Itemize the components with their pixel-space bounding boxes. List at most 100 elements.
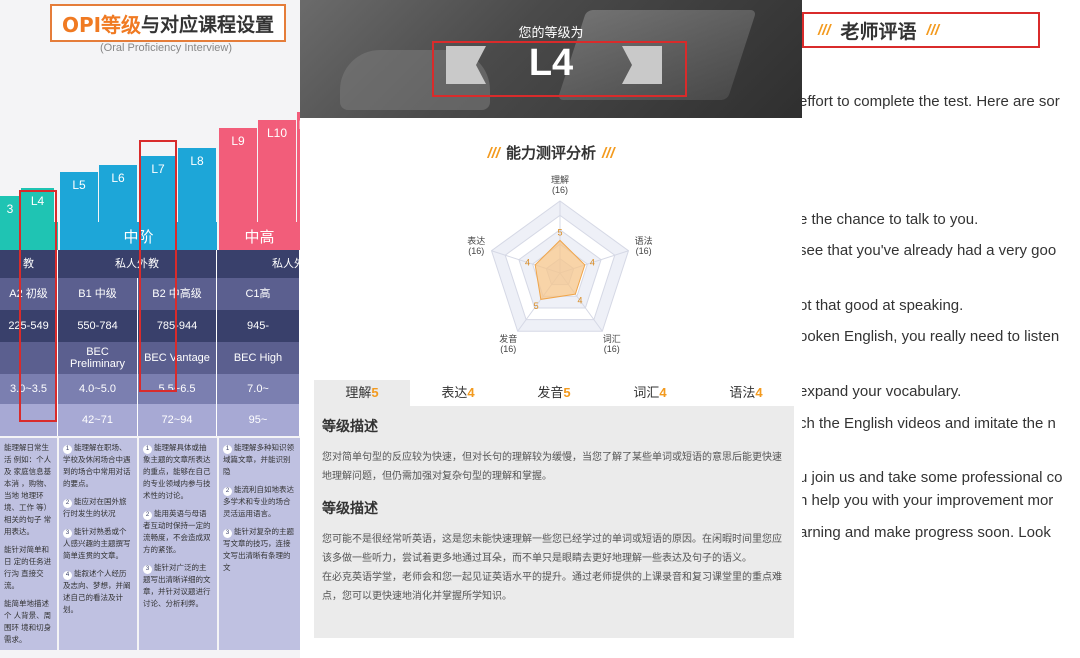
- tab-label: 理解: [345, 385, 372, 400]
- description-item: 能针对熟悉或个人感兴趣的主题撰写简单连贯的文章。: [63, 527, 131, 560]
- teacher-comment-title: /// 老师评语 ///: [802, 12, 1040, 48]
- description-item: 能理解日常生活 例如：个人及 家庭信息基本消 ，购物、当地 地理环境、工作 等）…: [4, 443, 52, 536]
- radar-score-label: 4: [525, 257, 530, 267]
- level-band-upper-mid: 中高: [219, 222, 300, 250]
- comment-line: n help you with your improvement mor: [802, 492, 1054, 509]
- tab-score: 4: [467, 385, 475, 400]
- comment-line: arning and make progress soon. Look: [802, 524, 1051, 541]
- tab-score: 5: [563, 385, 571, 400]
- bullet-number-icon: 1: [143, 445, 152, 454]
- bullet-number-icon: 3: [223, 529, 232, 538]
- level-bar: L8: [178, 148, 216, 222]
- toefl-cell: 95~: [217, 404, 300, 436]
- opi-title-black: 与对应课程设置: [141, 13, 275, 36]
- highlight-box-l7: [139, 140, 177, 392]
- section-heading: 等级描述: [322, 418, 378, 434]
- teacher-cell: 私人外教: [58, 250, 217, 278]
- section-text: 您对简单句型的反应较为快速，但对长句的理解较为缓慢，当您了解了某些单词或短语的意…: [322, 452, 782, 482]
- tab-vocabulary[interactable]: 词汇4: [602, 380, 698, 406]
- slash-decoration-icon: ///: [602, 145, 615, 162]
- ability-section-title: /// 能力测评分析 ///: [300, 142, 802, 163]
- cefr-cell: C1高: [217, 278, 300, 310]
- bullet-number-icon: 1: [223, 445, 232, 454]
- toefl-cell: 72~94: [138, 404, 217, 436]
- bullet-number-icon: 2: [63, 499, 72, 508]
- radar-axis-max: (16): [500, 344, 516, 354]
- level-bar: L9: [219, 128, 257, 222]
- level-bar: L5: [60, 172, 98, 222]
- section-text: 在必克英语学堂，老师会和您一起见证英语水平的提升。通过老师提供的上课录音和复习课…: [322, 572, 782, 602]
- level-hero-banner: 您的等级为 L4: [300, 0, 802, 118]
- description-item: 能简单地描述个 人背景、周围环 境和切身需求。: [4, 599, 52, 644]
- tab-score: 4: [755, 385, 763, 400]
- description-item: 能针对广泛的主题写出清晰详细的文章，并针对议题进行讨论、分析利弊。: [143, 563, 211, 608]
- bullet-number-icon: 2: [223, 487, 232, 496]
- tab-score: 4: [659, 385, 667, 400]
- level-label: 您的等级为: [518, 25, 584, 40]
- opi-title-orange: OPI等级: [61, 12, 142, 37]
- slash-decoration-icon: ///: [926, 21, 940, 39]
- ielts-cell: 4.0~5.0: [58, 374, 138, 404]
- radar-axis-max: (16): [552, 185, 568, 195]
- bullet-number-icon: 3: [143, 565, 152, 574]
- comment-line: effort to complete the test. Here are so…: [802, 93, 1060, 110]
- description-item: 能叙述个人经历及志向、梦想，并阐述自己的看法及计划。: [63, 569, 131, 614]
- radar-score-label: 5: [534, 301, 539, 311]
- level-description: 1 能理解在职场、学校及休闲场合中遇到的场合中常用对话的要点。 2 能应对在国外旅行…: [59, 438, 137, 650]
- tab-expression[interactable]: 表达4: [410, 380, 506, 406]
- ability-tabs: 理解5 表达4 发音5 词汇4 语法4: [314, 380, 794, 406]
- slash-decoration-icon: ///: [487, 145, 500, 162]
- section-heading: 等级描述: [322, 500, 378, 516]
- description-item: 能针对复杂的主题写文章的技巧，连接文写出清晰有条理的文: [223, 527, 294, 572]
- level-bar: L6: [99, 165, 137, 222]
- comment-line: ot that good at speaking.: [802, 297, 964, 314]
- vocab-cell: 945-: [217, 310, 300, 342]
- comment-line: ooken English, you really need to listen: [802, 328, 1060, 345]
- comment-line: ch the English videos and imitate the n: [802, 415, 1056, 432]
- description-item: 能针对简单和日 定的任务进行沟 直接交流。: [4, 545, 52, 590]
- level-description: 能理解日常生活 例如：个人及 家庭信息基本消 ，购物、当地 地理环境、工作 等）…: [0, 438, 57, 650]
- bullet-number-icon: 2: [143, 511, 152, 520]
- radar-score-label: 5: [557, 227, 562, 237]
- ielts-cell: 7.0~: [217, 374, 300, 404]
- description-item: 能理解在职场、学校及休闲场合中遇到的场合中常用对话的要点。: [63, 443, 131, 488]
- toefl-cell: 42~71: [58, 404, 138, 436]
- opi-title: OPI等级 与对应课程设置: [50, 4, 286, 42]
- tab-pronunciation[interactable]: 发音5: [506, 380, 602, 406]
- vocab-cell: 550-784: [58, 310, 138, 342]
- level-highlight-box: [432, 41, 687, 97]
- opi-subtitle: (Oral Proficiency Interview): [100, 42, 233, 54]
- radar-axis-max: (16): [604, 344, 620, 354]
- tab-label: 发音: [537, 385, 564, 400]
- section-text: 您可能不是很经常听英语，这是您未能快速理解一些您已经学过的单词或短语的原因。在闲…: [322, 534, 782, 564]
- teacher-comment-title-text: 老师评语: [840, 20, 917, 43]
- tab-label: 词汇: [633, 385, 660, 400]
- comment-line: e the chance to talk to you.: [802, 211, 979, 228]
- comment-line: expand your vocabulary.: [802, 383, 962, 400]
- tab-comprehension[interactable]: 理解5: [314, 380, 410, 406]
- ability-radar-chart: 54454理解(16)语法(16)词汇(16)发音(16)表达(16): [467, 174, 652, 354]
- radar-score-label: 4: [590, 257, 595, 267]
- teacher-cell: 私人外: [217, 250, 300, 278]
- radar-axis-max: (16): [636, 246, 652, 256]
- description-item: 能用英语与母语者互动时保持一定的流畅度，不会造成双方的紧张。: [143, 509, 211, 554]
- description-item: 能理解具体或抽象主题的文章所表达的重点，能够在自己的专业领域内参与技术性的讨论。: [143, 443, 211, 500]
- opi-level-panel: OPI等级 与对应课程设置 (Oral Proficiency Intervie…: [0, 0, 300, 658]
- tab-grammar[interactable]: 语法4: [698, 380, 794, 406]
- tab-score: 5: [371, 385, 379, 400]
- level-description: 1 能理解具体或抽象主题的文章所表达的重点，能够在自己的专业领域内参与技术性的讨论…: [139, 438, 217, 650]
- highlight-box-l4: [19, 190, 57, 422]
- tab-label: 语法: [729, 385, 756, 400]
- bullet-number-icon: 4: [63, 571, 72, 580]
- description-item: 能流利自如地表达多学术和专业的场合灵活运用语言。: [223, 485, 294, 518]
- description-item: 能应对在国外旅行时发生的状况: [63, 497, 127, 518]
- result-panel: 您的等级为 L4 /// 能力测评分析 /// 5 4 4 5 4 理解 (16) 语法 (16) 词…: [300, 0, 802, 658]
- teacher-comment-panel: /// 老师评语 /// effort to complete the test…: [802, 0, 1080, 658]
- tab-content-panel: 等级描述 您对简单句型的反应较为快速，但对长句的理解较为缓慢，当您了解了某些单词…: [314, 406, 794, 638]
- level-description: 1 能理解多种知识领域篇文章，并能识别隐 2 能流利自如地表达多学术和专业的场合灵活…: [219, 438, 300, 650]
- bec-cell: BEC High: [217, 342, 300, 374]
- radar-axis-max: (16): [468, 246, 484, 256]
- bullet-number-icon: 1: [63, 445, 72, 454]
- comment-line: see that you've already had a very goo: [802, 242, 1057, 259]
- radar-score-label: 4: [578, 296, 583, 306]
